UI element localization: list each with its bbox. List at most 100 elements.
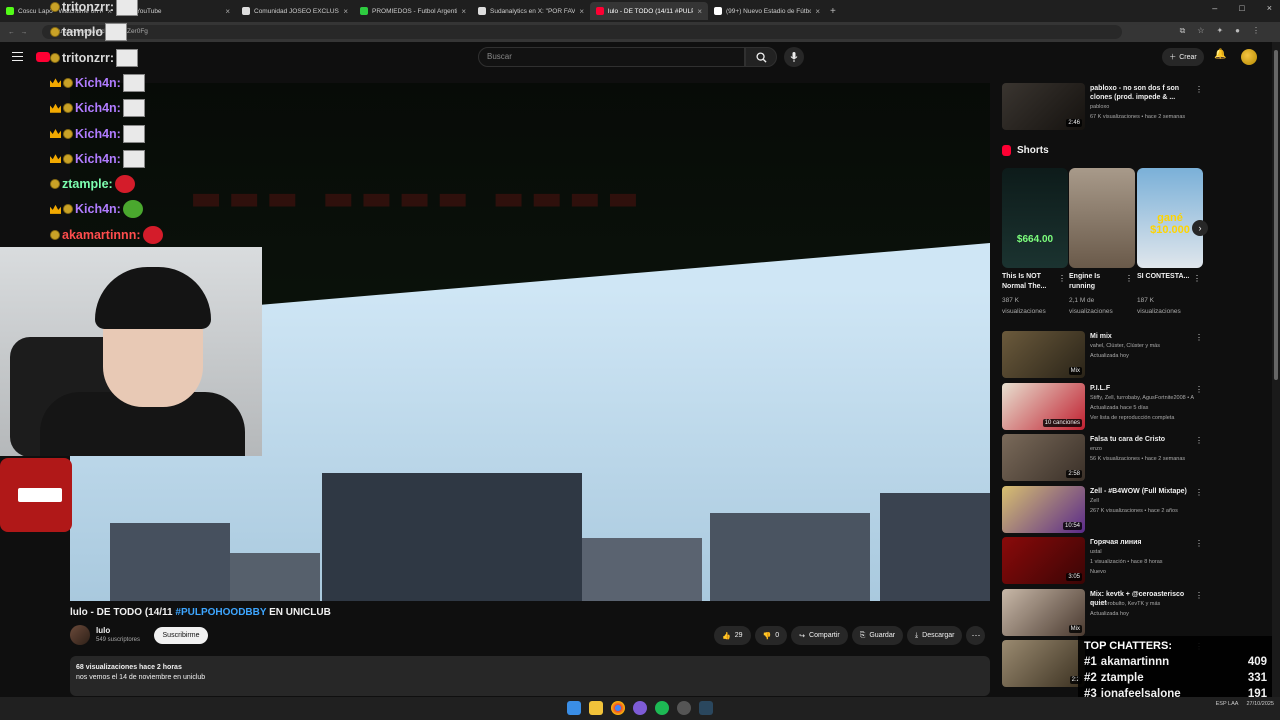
channel-name[interactable]: pabloxo <box>1090 104 1202 111</box>
recommended-video[interactable]: 2:46 pabloxo - no son dos f son clones (… <box>1002 83 1207 131</box>
chat-emote-icon <box>122 99 145 118</box>
browser-tab[interactable]: lulo - DE TODO (14/11 #PULPO × <box>590 2 708 20</box>
create-button[interactable]: ＋ Crear <box>1162 48 1204 66</box>
maximize-icon[interactable]: □ <box>1239 3 1244 13</box>
top-chatter-row: #1 akamartinnn 409 <box>1084 654 1267 670</box>
like-button[interactable]: 👍 29 <box>714 626 751 645</box>
chat-emote-icon <box>122 149 145 168</box>
account-avatar[interactable] <box>1241 49 1257 65</box>
close-window-icon[interactable]: × <box>1267 3 1272 13</box>
search-button[interactable] <box>745 47 777 67</box>
video-title[interactable]: Mi mix <box>1090 332 1196 341</box>
bookmark-star-icon[interactable]: ☆ <box>1197 26 1204 36</box>
profile-icon[interactable]: ● <box>1235 26 1240 36</box>
short-title[interactable]: This Is NOT Normal The... <box>1002 272 1058 292</box>
more-options-icon[interactable]: ⋮ <box>1195 539 1203 548</box>
more-options-icon[interactable]: ⋮ <box>1125 274 1133 283</box>
notifications-bell-icon[interactable]: 🔔 <box>1214 49 1226 60</box>
channel-avatar[interactable] <box>70 625 90 645</box>
tab-close-icon[interactable]: × <box>461 7 466 16</box>
video-thumbnail[interactable]: 10:54 <box>1002 485 1085 533</box>
shorts-next-arrow-icon[interactable]: › <box>1192 220 1208 236</box>
top-chatter-name: #1 akamartinnn <box>1084 654 1169 670</box>
save-button[interactable]: ⎘ Guardar <box>851 626 904 645</box>
short-thumbnail[interactable] <box>1069 168 1135 268</box>
tab-close-icon[interactable]: × <box>343 7 348 16</box>
video-thumbnail[interactable]: Mix <box>1002 331 1085 378</box>
recommended-video[interactable]: Mix Mix: kevtk + @ceroasterisco quiet enzo… <box>1002 588 1207 637</box>
subscribe-button[interactable]: Suscribirme <box>154 627 208 644</box>
chrome-icon[interactable] <box>611 701 625 715</box>
short-title[interactable]: SI CONTESTA... <box>1137 272 1193 282</box>
video-thumbnail[interactable]: 2:2 <box>1002 640 1085 687</box>
video-thumbnail[interactable]: 3:05 <box>1002 537 1085 584</box>
description-box[interactable]: 68 visualizaciones hace 2 horas nos vemo… <box>70 656 990 696</box>
video-title[interactable]: P.I.L.F <box>1090 384 1196 393</box>
hamburger-menu-icon[interactable] <box>12 52 23 61</box>
clock-date[interactable]: 27/10/2025 <box>1246 701 1274 707</box>
chat-username: Kich4n: <box>75 202 121 217</box>
video-thumbnail[interactable]: 2:46 <box>1002 83 1085 130</box>
more-options-icon[interactable]: ⋮ <box>1195 385 1203 394</box>
dislike-button[interactable]: 👎 0 <box>754 626 788 645</box>
tab-close-icon[interactable]: × <box>579 7 584 16</box>
spotify-icon[interactable] <box>655 701 669 715</box>
tab-close-icon[interactable]: × <box>225 7 230 16</box>
youtube-logo[interactable] <box>36 52 50 62</box>
video-thumbnail[interactable]: 2:58 <box>1002 434 1085 481</box>
file-explorer-icon[interactable] <box>589 701 603 715</box>
video-thumbnail[interactable]: Mix <box>1002 588 1085 636</box>
video-title[interactable]: Falsa tu cara de Cristo <box>1090 435 1196 444</box>
video-title: lulo - DE TODO (14/11 #PULPOHOODBBY EN U… <box>70 607 331 618</box>
video-meta: Actualizada hace 5 días <box>1090 404 1149 411</box>
more-options-icon[interactable]: ⋮ <box>1195 488 1203 497</box>
video-title[interactable]: pabloxo - no son dos f son clones (prod.… <box>1090 84 1196 102</box>
extensions-icon[interactable]: ✦ <box>1216 26 1223 36</box>
discord-icon[interactable] <box>633 701 647 715</box>
recommended-video[interactable]: Mix Mi mix vahel, Clúster, Clúster y más Ac… <box>1002 331 1207 379</box>
browser-menu-icon[interactable]: ⋮ <box>1252 26 1260 36</box>
forward-icon[interactable]: → <box>21 29 28 36</box>
address-bar[interactable]: youtube.com/watch?v=lydZer0Fg <box>42 25 1122 39</box>
browser-tab[interactable]: Comunidad JOSEO EXCLUSIVE × <box>236 2 354 20</box>
share-button[interactable]: ↪ Compartir <box>791 626 848 645</box>
recommended-video[interactable]: 10:54 Zell - #B4WOW (Full Mixtape) Zell 267… <box>1002 485 1207 534</box>
more-options-icon[interactable]: ⋮ <box>1195 591 1203 600</box>
video-title[interactable]: Горячая линия <box>1090 538 1196 547</box>
channel-name[interactable]: lulo <box>96 626 110 635</box>
more-options-icon[interactable]: ⋮ <box>1195 85 1203 94</box>
short-thumbnail[interactable]: $664.00 <box>1002 168 1068 268</box>
title-hashtag-link[interactable]: #PULPOHOODBBY <box>175 607 266 618</box>
more-options-icon[interactable]: ⋮ <box>1193 274 1201 283</box>
browser-tab[interactable]: (99+) Nuevo Estadio de Fútbol × <box>708 2 826 20</box>
top-chatter-count: 331 <box>1247 672 1267 684</box>
recommended-video[interactable]: 10 canciones P.I.L.F Stiffy, Zell, turroba… <box>1002 382 1207 431</box>
tab-close-icon[interactable]: × <box>815 7 820 16</box>
new-tab-icon[interactable]: + <box>830 6 836 17</box>
steam-icon[interactable] <box>699 701 713 715</box>
windows-start-icon[interactable] <box>567 701 581 715</box>
more-options-icon[interactable]: ⋮ <box>1058 274 1066 283</box>
tab-close-icon[interactable]: × <box>697 7 702 16</box>
download-button[interactable]: ⤓ Descargar <box>907 626 963 645</box>
back-icon[interactable]: ← <box>8 29 15 36</box>
short-thumbnail[interactable]: gané $10.000 <box>1137 168 1203 268</box>
language-indicator[interactable]: ESP LAA <box>1216 701 1239 707</box>
more-actions-icon[interactable]: ⋯ <box>966 626 986 645</box>
obs-icon[interactable] <box>677 701 691 715</box>
search-input[interactable]: Buscar <box>478 47 745 67</box>
more-options-icon[interactable]: ⋮ <box>1195 333 1203 342</box>
video-title[interactable]: Zell - #B4WOW (Full Mixtape) <box>1090 487 1196 496</box>
page-scrollbar[interactable] <box>1272 42 1280 697</box>
recommended-video[interactable]: 3:05 Горячая линия ustal 1 visualización • … <box>1002 537 1207 585</box>
browser-tab[interactable]: PROMIEDOS - Futbol Argentino × <box>354 2 472 20</box>
minimize-icon[interactable]: – <box>1212 3 1217 13</box>
short-title[interactable]: Engine Is running <box>1069 272 1125 292</box>
voice-search-button[interactable] <box>784 47 804 67</box>
browser-tab[interactable]: Sudanalytics en X: "POR FAVOR× <box>472 2 590 20</box>
scrollbar-thumb[interactable] <box>1274 50 1278 380</box>
video-thumbnail[interactable]: 10 canciones <box>1002 382 1085 430</box>
cast-icon[interactable]: ⧉ <box>1180 26 1186 36</box>
recommended-video[interactable]: 2:58 Falsa tu cara de Cristo enzo 56 K visu… <box>1002 434 1207 482</box>
more-options-icon[interactable]: ⋮ <box>1195 436 1203 445</box>
